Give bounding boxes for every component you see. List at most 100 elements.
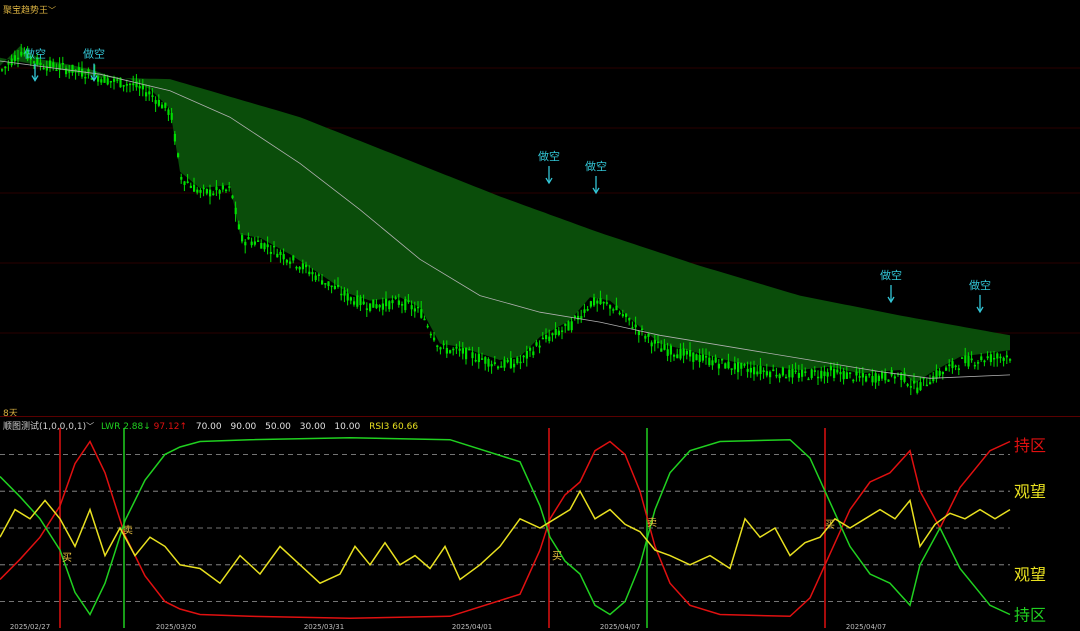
zone-label: 观望 [1014, 565, 1046, 584]
candle-body [55, 69, 58, 72]
candle-body [471, 352, 474, 359]
candle-body [641, 328, 644, 331]
trade-mark-label: 买 [825, 519, 835, 531]
trade-mark-label: 卖 [647, 517, 657, 529]
candle-body [769, 371, 772, 378]
candle-body [465, 347, 468, 360]
candle-body [468, 348, 471, 351]
candle-body [183, 181, 186, 185]
candle-body [221, 185, 224, 190]
candle-body [711, 360, 714, 366]
candle-body [266, 244, 269, 248]
candle-body [826, 372, 829, 377]
candle-body [813, 370, 816, 372]
candle-body [445, 347, 448, 354]
candle-body [295, 266, 298, 269]
candle-body [653, 339, 656, 344]
candle-body [337, 284, 340, 287]
candle-body [996, 353, 999, 359]
candle-body [708, 357, 711, 366]
date-tick-label: 2025/04/07 [845, 623, 887, 631]
candle-body [497, 366, 500, 369]
candle-body [535, 342, 538, 346]
candle-body [177, 153, 180, 158]
candle-body [973, 364, 976, 367]
candle-body [570, 321, 573, 331]
candle-body [538, 345, 541, 348]
candle-body [519, 361, 522, 364]
candle-body [84, 76, 87, 79]
candle-body [541, 337, 544, 340]
price-chart[interactable]: 做空 做空做空做空做空做空 [0, 8, 1080, 418]
candle-body [762, 370, 765, 372]
candle-body [61, 63, 64, 65]
candle-body [516, 357, 519, 364]
candle-body [612, 309, 615, 311]
candle-body [1, 69, 4, 71]
candle-body [458, 348, 461, 351]
candle-body [877, 375, 880, 382]
candle-body [228, 186, 231, 188]
candle-body [263, 243, 266, 250]
candle-body [551, 333, 554, 336]
candle-body [861, 373, 864, 378]
candle-body [727, 361, 730, 369]
candle-body [308, 271, 311, 275]
candle-body [365, 308, 368, 310]
oscillator-chart[interactable]: 买卖买卖 买持区观望观望持区 [0, 428, 1080, 628]
candle-body [132, 83, 135, 86]
candle-body [481, 358, 484, 360]
candle-body [705, 356, 708, 358]
candle-body [125, 84, 128, 86]
candle-body [413, 308, 416, 312]
candle-body [1005, 355, 1008, 358]
short-signal-label: 做空 [969, 278, 991, 292]
candle-body [173, 133, 176, 142]
candle-body [356, 295, 359, 307]
candle-body [548, 336, 551, 342]
short-signal-label: 做空 [880, 268, 902, 282]
candle-body [202, 187, 205, 190]
candle-body [436, 345, 439, 348]
candle-body [961, 357, 964, 359]
candle-body [737, 362, 740, 373]
trade-mark-label: 卖 [123, 525, 133, 537]
candle-body [621, 314, 624, 317]
candle-body [385, 298, 388, 307]
divider-label: 8天 [3, 409, 18, 419]
candle-body [109, 80, 112, 83]
candle-body [269, 251, 272, 254]
candle-body [381, 303, 384, 310]
series-lwr2 [0, 437, 1011, 617]
candle-body [10, 58, 13, 66]
candle-body [33, 61, 36, 63]
candle-body [577, 315, 580, 320]
candle-body [740, 362, 743, 369]
candle-body [522, 355, 525, 358]
candle-body [71, 64, 74, 73]
candle-body [871, 376, 874, 383]
candle-body [141, 84, 144, 90]
candle-body [170, 112, 173, 120]
candle-body [868, 373, 871, 376]
candle-body [855, 371, 858, 376]
candle-body [983, 360, 986, 363]
candle-body [346, 293, 349, 301]
candle-body [945, 367, 948, 371]
candle-body [829, 366, 832, 371]
candle-body [903, 372, 906, 382]
candle-body [673, 354, 676, 357]
candle-body [301, 263, 304, 270]
candle-body [161, 104, 164, 109]
candle-body [900, 372, 903, 380]
candle-body [484, 357, 487, 364]
candle-body [628, 317, 631, 321]
candle-body [893, 376, 896, 379]
candle-body [599, 298, 602, 305]
date-tick-label: 2025/04/01 [451, 623, 493, 631]
candle-body [676, 354, 679, 359]
candle-body [823, 371, 826, 376]
candle-body [87, 69, 90, 72]
candle-body [372, 299, 375, 308]
candle-body [746, 368, 749, 372]
